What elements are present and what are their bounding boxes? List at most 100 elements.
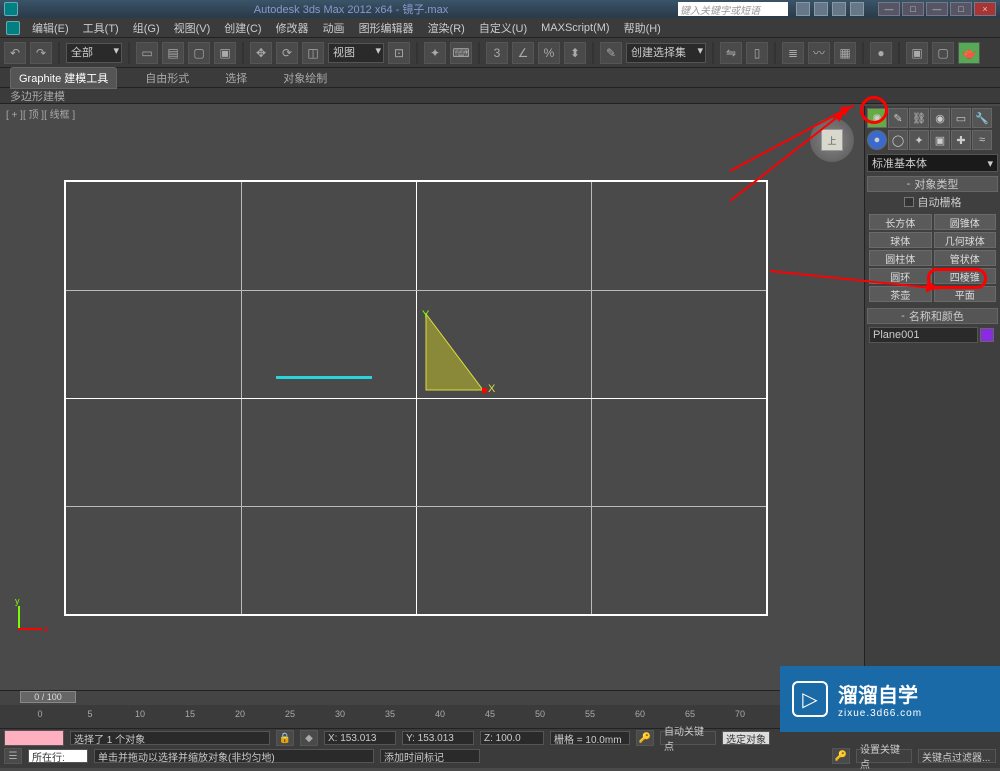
ribbon-objpaint[interactable]: 对象绘制 (275, 68, 335, 88)
rollout-objtype[interactable]: 对象类型 (867, 176, 998, 192)
select-object[interactable]: ▭ (136, 42, 158, 64)
align-button[interactable]: ▯ (746, 42, 768, 64)
menu-customize[interactable]: 自定义(U) (473, 18, 533, 38)
listener-icon[interactable]: ☰ (4, 748, 22, 764)
menu-tools[interactable]: 工具(T) (77, 18, 125, 38)
menu-rendering[interactable]: 渲染(R) (422, 18, 471, 38)
menu-maxscript[interactable]: MAXScript(M) (535, 20, 615, 36)
autogrid-checkbox[interactable] (904, 197, 914, 207)
app-menu-icon[interactable] (6, 21, 20, 35)
setkey-icon[interactable]: 🔑 (832, 748, 850, 764)
help-icon[interactable] (796, 2, 810, 16)
cone-button[interactable]: 圆锥体 (934, 214, 997, 230)
torus-button[interactable]: 圆环 (869, 268, 932, 284)
time-slider-knob[interactable]: 0 / 100 (20, 691, 76, 703)
manipulate[interactable]: ✦ (424, 42, 446, 64)
refcoord-select[interactable]: 视图 (328, 43, 384, 63)
render-setup[interactable]: ▣ (906, 42, 928, 64)
sync-icon[interactable] (832, 2, 846, 16)
filter-select[interactable]: 全部 (66, 43, 122, 63)
plane-object[interactable] (276, 376, 372, 379)
named-sel-edit[interactable]: ✎ (600, 42, 622, 64)
sphere-button[interactable]: 球体 (869, 232, 932, 248)
viewcube[interactable]: 上 (810, 118, 854, 162)
helpers-cat[interactable]: ✚ (951, 130, 971, 150)
menu-views[interactable]: 视图(V) (168, 18, 217, 38)
key-icon[interactable]: 🔑 (636, 730, 654, 746)
percent-snap[interactable]: % (538, 42, 560, 64)
menu-grapheditors[interactable]: 图形编辑器 (353, 18, 420, 38)
menu-edit[interactable]: 编辑(E) (26, 18, 75, 38)
lock-icon[interactable]: 🔒 (276, 730, 294, 746)
menu-help[interactable]: 帮助(H) (618, 18, 667, 38)
select-region[interactable]: ▢ (188, 42, 210, 64)
object-name-input[interactable]: Plane001 (869, 327, 978, 343)
redo-button[interactable]: ↷ (30, 42, 52, 64)
material-editor[interactable]: ● (870, 42, 892, 64)
sel-lock-icon[interactable]: ◆ (300, 730, 318, 746)
create-tab[interactable]: ✺ (867, 108, 887, 128)
mirror-button[interactable]: ⇋ (720, 42, 742, 64)
cylinder-button[interactable]: 圆柱体 (869, 250, 932, 266)
move-tool[interactable]: ✥ (250, 42, 272, 64)
viewport-label[interactable]: [ + ][ 顶 ][ 线框 ] (6, 106, 75, 121)
primitive-dropdown[interactable]: 标准基本体 (867, 154, 998, 172)
undo-button[interactable]: ↶ (4, 42, 26, 64)
cameras-cat[interactable]: ▣ (930, 130, 950, 150)
schematic-view[interactable]: ▦ (834, 42, 856, 64)
menu-animation[interactable]: 动画 (317, 18, 351, 38)
render-button[interactable]: 🫖 (958, 42, 980, 64)
ribbon-select[interactable]: 选择 (217, 68, 255, 88)
shapes-cat[interactable]: ◯ (888, 130, 908, 150)
setkey-button[interactable]: 设置关键点 (856, 749, 912, 763)
star-icon[interactable] (814, 2, 828, 16)
rotate-tool[interactable]: ⟳ (276, 42, 298, 64)
minimize-button[interactable]: — (878, 2, 900, 16)
plane-button[interactable]: 平面 (934, 286, 997, 302)
snap-toggle[interactable]: 3 (486, 42, 508, 64)
viewcube-face[interactable]: 上 (821, 129, 843, 151)
teapot-button[interactable]: 茶壶 (869, 286, 932, 302)
scale-tool[interactable]: ◫ (302, 42, 324, 64)
menu-create[interactable]: 创建(C) (218, 18, 267, 38)
space-cat[interactable]: ≈ (972, 130, 992, 150)
ribbon-graphite[interactable]: Graphite 建模工具 (10, 67, 117, 89)
script-mini[interactable] (4, 730, 64, 746)
rollout-namecolor[interactable]: 名称和颜色 (867, 308, 998, 324)
keyboard-shortcut[interactable]: ⌨ (450, 42, 472, 64)
spinner-snap[interactable]: ⬍ (564, 42, 586, 64)
coord-z[interactable]: Z: 100.0 (480, 731, 544, 745)
menu-group[interactable]: 组(G) (127, 18, 166, 38)
viewport-top[interactable]: [ + ][ 顶 ][ 线框 ] Y X y x 上 (0, 106, 864, 690)
geometry-cat[interactable]: ● (867, 130, 887, 150)
utilities-tab[interactable]: 🔧 (972, 108, 992, 128)
child-minimize-button[interactable]: — (926, 2, 948, 16)
ribbon-freeform[interactable]: 自由形式 (137, 68, 197, 88)
motion-tab[interactable]: ◉ (930, 108, 950, 128)
hierarchy-tab[interactable]: ⛓ (909, 108, 929, 128)
add-time-tag[interactable]: 添加时间标记 (380, 749, 480, 763)
title-search[interactable]: 键入关键字或短语 (678, 2, 788, 16)
object-color-swatch[interactable] (980, 328, 994, 342)
signin-icon[interactable] (850, 2, 864, 16)
box-button[interactable]: 长方体 (869, 214, 932, 230)
angle-snap[interactable]: ∠ (512, 42, 534, 64)
select-name[interactable]: ▤ (162, 42, 184, 64)
pivot-center[interactable]: ⊡ (388, 42, 410, 64)
keyfilter-button[interactable]: 关键点过滤器... (918, 749, 996, 763)
child-restore-button[interactable]: □ (950, 2, 972, 16)
pyramid-button[interactable]: 四棱锥 (934, 268, 997, 284)
layer-button[interactable]: ≣ (782, 42, 804, 64)
geosphere-button[interactable]: 几何球体 (934, 232, 997, 248)
rendered-frame[interactable]: ▢ (932, 42, 954, 64)
window-cross[interactable]: ▣ (214, 42, 236, 64)
display-tab[interactable]: ▭ (951, 108, 971, 128)
tube-button[interactable]: 管状体 (934, 250, 997, 266)
lights-cat[interactable]: ✦ (909, 130, 929, 150)
coord-y[interactable]: Y: 153.013 (402, 731, 474, 745)
close-button[interactable]: × (974, 2, 996, 16)
curve-editor[interactable]: 〰 (808, 42, 830, 64)
selset-button[interactable]: 选定对象 (722, 731, 770, 745)
restore-button[interactable]: □ (902, 2, 924, 16)
coord-x[interactable]: X: 153.013 (324, 731, 396, 745)
